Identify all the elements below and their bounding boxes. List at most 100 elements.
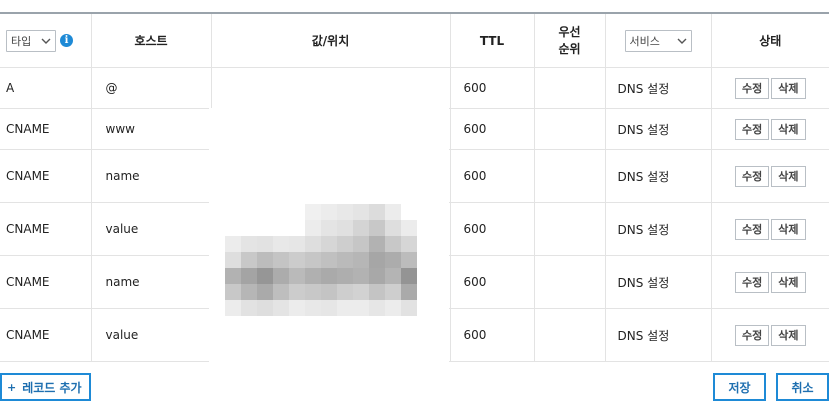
blur-pixel	[337, 204, 353, 220]
blur-pixel	[369, 236, 385, 252]
record-host: name	[91, 149, 212, 203]
blur-pixel	[273, 252, 289, 268]
blur-pixel	[273, 236, 289, 252]
record-ttl: 600	[450, 108, 535, 150]
chevron-down-icon	[677, 38, 686, 44]
record-host: name	[91, 255, 212, 309]
blur-pixel	[369, 252, 385, 268]
info-icon[interactable]: i	[60, 34, 73, 47]
delete-button[interactable]: 삭제	[771, 118, 806, 140]
record-host: @	[91, 67, 212, 109]
record-type: A	[0, 67, 92, 109]
record-service: DNS 설정	[605, 149, 712, 203]
record-ttl: 600	[450, 67, 535, 109]
record-service: DNS 설정	[605, 202, 712, 256]
blur-pixel	[385, 300, 401, 316]
blur-pixel	[321, 204, 337, 220]
blur-pixel	[241, 300, 257, 316]
blur-pixel	[353, 220, 369, 236]
blur-pixel	[273, 300, 289, 316]
type-filter-label: 타입	[11, 34, 32, 48]
record-type: CNAME	[0, 202, 92, 256]
record-actions: 수정 삭제	[711, 202, 829, 256]
blur-pixel	[401, 252, 417, 268]
blur-pixel	[369, 300, 385, 316]
service-filter-select[interactable]: 서비스	[624, 29, 692, 52]
record-priority	[534, 108, 606, 150]
blur-pixel	[337, 252, 353, 268]
blur-pixel	[289, 236, 305, 252]
status-column-header: 상태	[711, 12, 829, 68]
record-service: DNS 설정	[605, 108, 712, 150]
record-service: DNS 설정	[605, 308, 712, 362]
blur-pixel	[305, 236, 321, 252]
type-column-header: 타입 i	[0, 12, 92, 68]
blur-pixel	[241, 236, 257, 252]
delete-button[interactable]: 삭제	[771, 218, 806, 240]
blur-pixel	[385, 252, 401, 268]
blur-pixel	[289, 268, 305, 284]
blur-pixel	[321, 236, 337, 252]
blur-pixel	[305, 284, 321, 300]
record-priority	[534, 255, 606, 309]
blur-pixel	[321, 220, 337, 236]
edit-button[interactable]: 수정	[735, 271, 770, 293]
record-type: CNAME	[0, 108, 92, 150]
ttl-column-header: TTL	[450, 12, 535, 68]
blur-pixel	[353, 236, 369, 252]
add-record-label: 레코드 추가	[22, 380, 82, 395]
blur-pixel	[289, 284, 305, 300]
edit-button[interactable]: 수정	[735, 324, 770, 346]
blur-pixel	[385, 204, 401, 220]
blur-pixel	[369, 220, 385, 236]
blur-pixel	[225, 252, 241, 268]
blur-pixel	[401, 300, 417, 316]
record-ttl: 600	[450, 149, 535, 203]
blur-pixel	[353, 268, 369, 284]
edit-button[interactable]: 수정	[735, 118, 770, 140]
blur-pixel	[241, 268, 257, 284]
blur-pixel	[401, 268, 417, 284]
edit-button[interactable]: 수정	[735, 165, 770, 187]
blur-pixel	[385, 220, 401, 236]
table-row: A @ 600 DNS 설정 수정 삭제	[0, 67, 829, 109]
delete-button[interactable]: 삭제	[771, 271, 806, 293]
record-ttl: 600	[450, 202, 535, 256]
record-ttl: 600	[450, 308, 535, 362]
record-host: value	[91, 308, 212, 362]
edit-button[interactable]: 수정	[735, 77, 770, 99]
record-type: CNAME	[0, 255, 92, 309]
cancel-button[interactable]: 취소	[776, 373, 829, 401]
record-type: CNAME	[0, 308, 92, 362]
blur-pixel	[369, 204, 385, 220]
blur-pixel	[289, 252, 305, 268]
edit-button[interactable]: 수정	[735, 218, 770, 240]
blur-pixel	[225, 300, 241, 316]
blur-pixel	[353, 252, 369, 268]
type-filter-select[interactable]: 타입	[6, 29, 56, 52]
blur-pixel	[257, 252, 273, 268]
record-priority	[534, 308, 606, 362]
blur-pixel	[225, 284, 241, 300]
blur-pixel	[353, 284, 369, 300]
blur-pixel	[401, 236, 417, 252]
record-actions: 수정 삭제	[711, 67, 829, 109]
record-actions: 수정 삭제	[711, 255, 829, 309]
add-record-button[interactable]: + 레코드 추가	[0, 373, 91, 401]
blur-pixel	[257, 268, 273, 284]
blur-pixel	[257, 284, 273, 300]
value-column-header: 값/위치	[211, 12, 451, 68]
blur-pixel	[337, 284, 353, 300]
host-column-header: 호스트	[91, 12, 212, 68]
priority-header-line2: 순위	[558, 41, 581, 56]
record-host: www	[91, 108, 212, 150]
delete-button[interactable]: 삭제	[771, 165, 806, 187]
delete-button[interactable]: 삭제	[771, 324, 806, 346]
delete-button[interactable]: 삭제	[771, 77, 806, 99]
blur-pixel	[305, 268, 321, 284]
blur-pixel	[321, 268, 337, 284]
save-button[interactable]: 저장	[713, 373, 766, 401]
record-type: CNAME	[0, 149, 92, 203]
blur-pixel	[225, 236, 241, 252]
blur-pixel	[385, 284, 401, 300]
